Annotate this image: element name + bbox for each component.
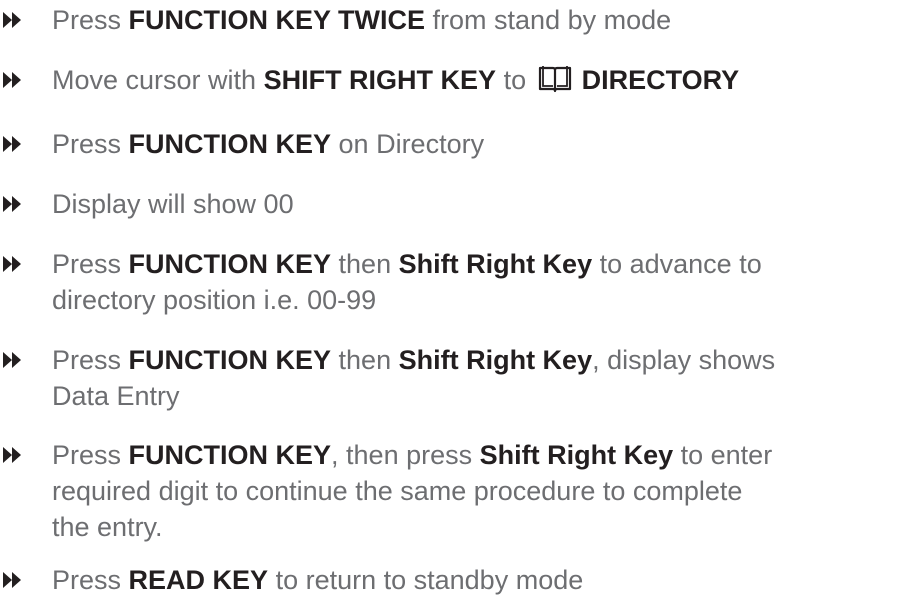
step-1-key: FUNCTION KEY TWICE	[128, 5, 426, 35]
double-arrow-icon	[3, 72, 21, 88]
step-6-mid: then	[331, 345, 399, 375]
step-6: Press FUNCTION KEY then Shift Right Key,…	[0, 342, 918, 414]
step-3-key: FUNCTION KEY	[128, 129, 332, 159]
step-2-pre: Move cursor with	[52, 65, 264, 95]
step-7-shift-key: Shift Right Key	[479, 440, 674, 470]
step-2-key: SHIFT RIGHT KEY	[263, 65, 497, 95]
double-arrow-icon	[3, 196, 21, 212]
step-6-line-2: Data Entry	[52, 381, 180, 411]
instruction-list: Press FUNCTION KEY TWICE from stand by m…	[0, 0, 918, 600]
step-4: Display will show 00	[0, 186, 918, 222]
step-1-post: from stand by mode	[425, 5, 672, 35]
step-7-line-2: required digit to continue the same proc…	[52, 476, 743, 506]
step-8: Press READ KEY to return to standby mode	[0, 562, 918, 598]
step-8-post: to return to standby mode	[268, 565, 584, 595]
step-5-line-2: directory position i.e. 00-99	[52, 285, 377, 315]
step-8-key: READ KEY	[128, 565, 269, 595]
step-8-pre: Press	[52, 565, 129, 595]
step-4-text: Display will show 00	[52, 189, 294, 219]
step-2-mid: to	[496, 65, 534, 95]
step-7-key: FUNCTION KEY	[128, 440, 332, 470]
step-7-pre: Press	[52, 440, 129, 470]
step-5-key: FUNCTION KEY	[128, 249, 332, 279]
double-arrow-icon	[3, 136, 21, 152]
book-icon	[538, 66, 571, 93]
step-3-pre: Press	[52, 129, 129, 159]
double-arrow-icon	[3, 256, 21, 272]
step-1: Press FUNCTION KEY TWICE from stand by m…	[0, 2, 918, 38]
step-5-post: to advance to	[592, 249, 762, 279]
step-5-shift-key: Shift Right Key	[398, 249, 593, 279]
double-arrow-icon	[3, 352, 21, 368]
step-5: Press FUNCTION KEY then Shift Right Key …	[0, 246, 918, 318]
step-2: Move cursor with SHIFT RIGHT KEY to DIRE…	[0, 62, 918, 98]
step-7-mid: , then press	[331, 440, 480, 470]
step-6-key: FUNCTION KEY	[128, 345, 332, 375]
step-5-pre: Press	[52, 249, 129, 279]
step-7-post: to enter	[673, 440, 773, 470]
step-7-line-3: the entry.	[52, 512, 163, 542]
step-3-post: on Directory	[331, 129, 485, 159]
double-arrow-icon	[3, 572, 21, 588]
step-6-shift-key: Shift Right Key	[398, 345, 593, 375]
step-6-post: , display shows	[592, 345, 776, 375]
step-6-pre: Press	[52, 345, 129, 375]
step-7: Press FUNCTION KEY, then press Shift Rig…	[0, 437, 918, 545]
step-1-pre: Press	[52, 5, 129, 35]
double-arrow-icon	[3, 447, 21, 463]
step-3: Press FUNCTION KEY on Directory	[0, 126, 918, 162]
double-arrow-icon	[3, 12, 21, 28]
step-5-mid: then	[331, 249, 399, 279]
step-2-directory: DIRECTORY	[581, 65, 740, 95]
